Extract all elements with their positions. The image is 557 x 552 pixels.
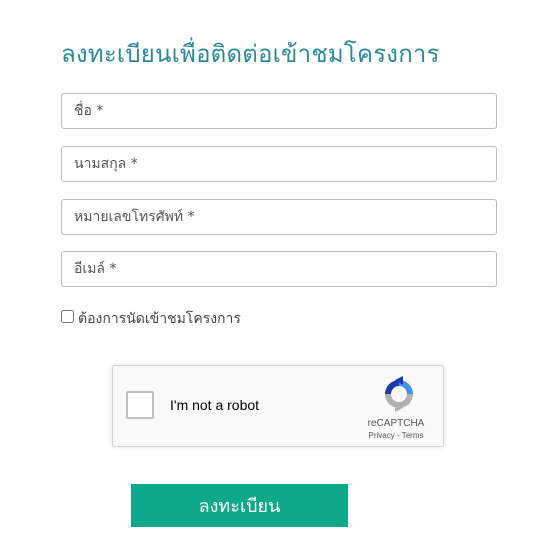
recaptcha-privacy-link[interactable]: Privacy — [369, 431, 395, 440]
first-name-input[interactable] — [61, 93, 497, 129]
recaptcha-label: I'm not a robot — [170, 397, 260, 413]
email-input[interactable] — [61, 251, 497, 287]
recaptcha-terms-link[interactable]: Terms — [402, 431, 424, 440]
recaptcha-brand: reCAPTCHA — [367, 418, 425, 429]
recaptcha-logo-icon — [385, 376, 413, 412]
recaptcha-checkbox[interactable] — [126, 391, 154, 419]
phone-input[interactable] — [61, 199, 497, 235]
register-button[interactable]: ลงทะเบียน — [131, 484, 348, 527]
visit-checkbox[interactable] — [61, 309, 74, 323]
recaptcha-links: Privacy - Terms — [361, 431, 431, 440]
last-name-input[interactable] — [61, 146, 497, 182]
recaptcha-widget: I'm not a robot reCAPTCHA Privacy - Term… — [112, 365, 444, 447]
recaptcha-link-separator: - — [394, 431, 402, 440]
visit-checkbox-label[interactable]: ต้องการนัดเข้าชมโครงการ — [78, 308, 241, 330]
visit-checkbox-row[interactable]: ต้องการนัดเข้าชมโครงการ — [61, 305, 241, 327]
page-title: ลงทะเบียนเพื่อติดต่อเข้าชมโครงการ — [61, 40, 440, 68]
